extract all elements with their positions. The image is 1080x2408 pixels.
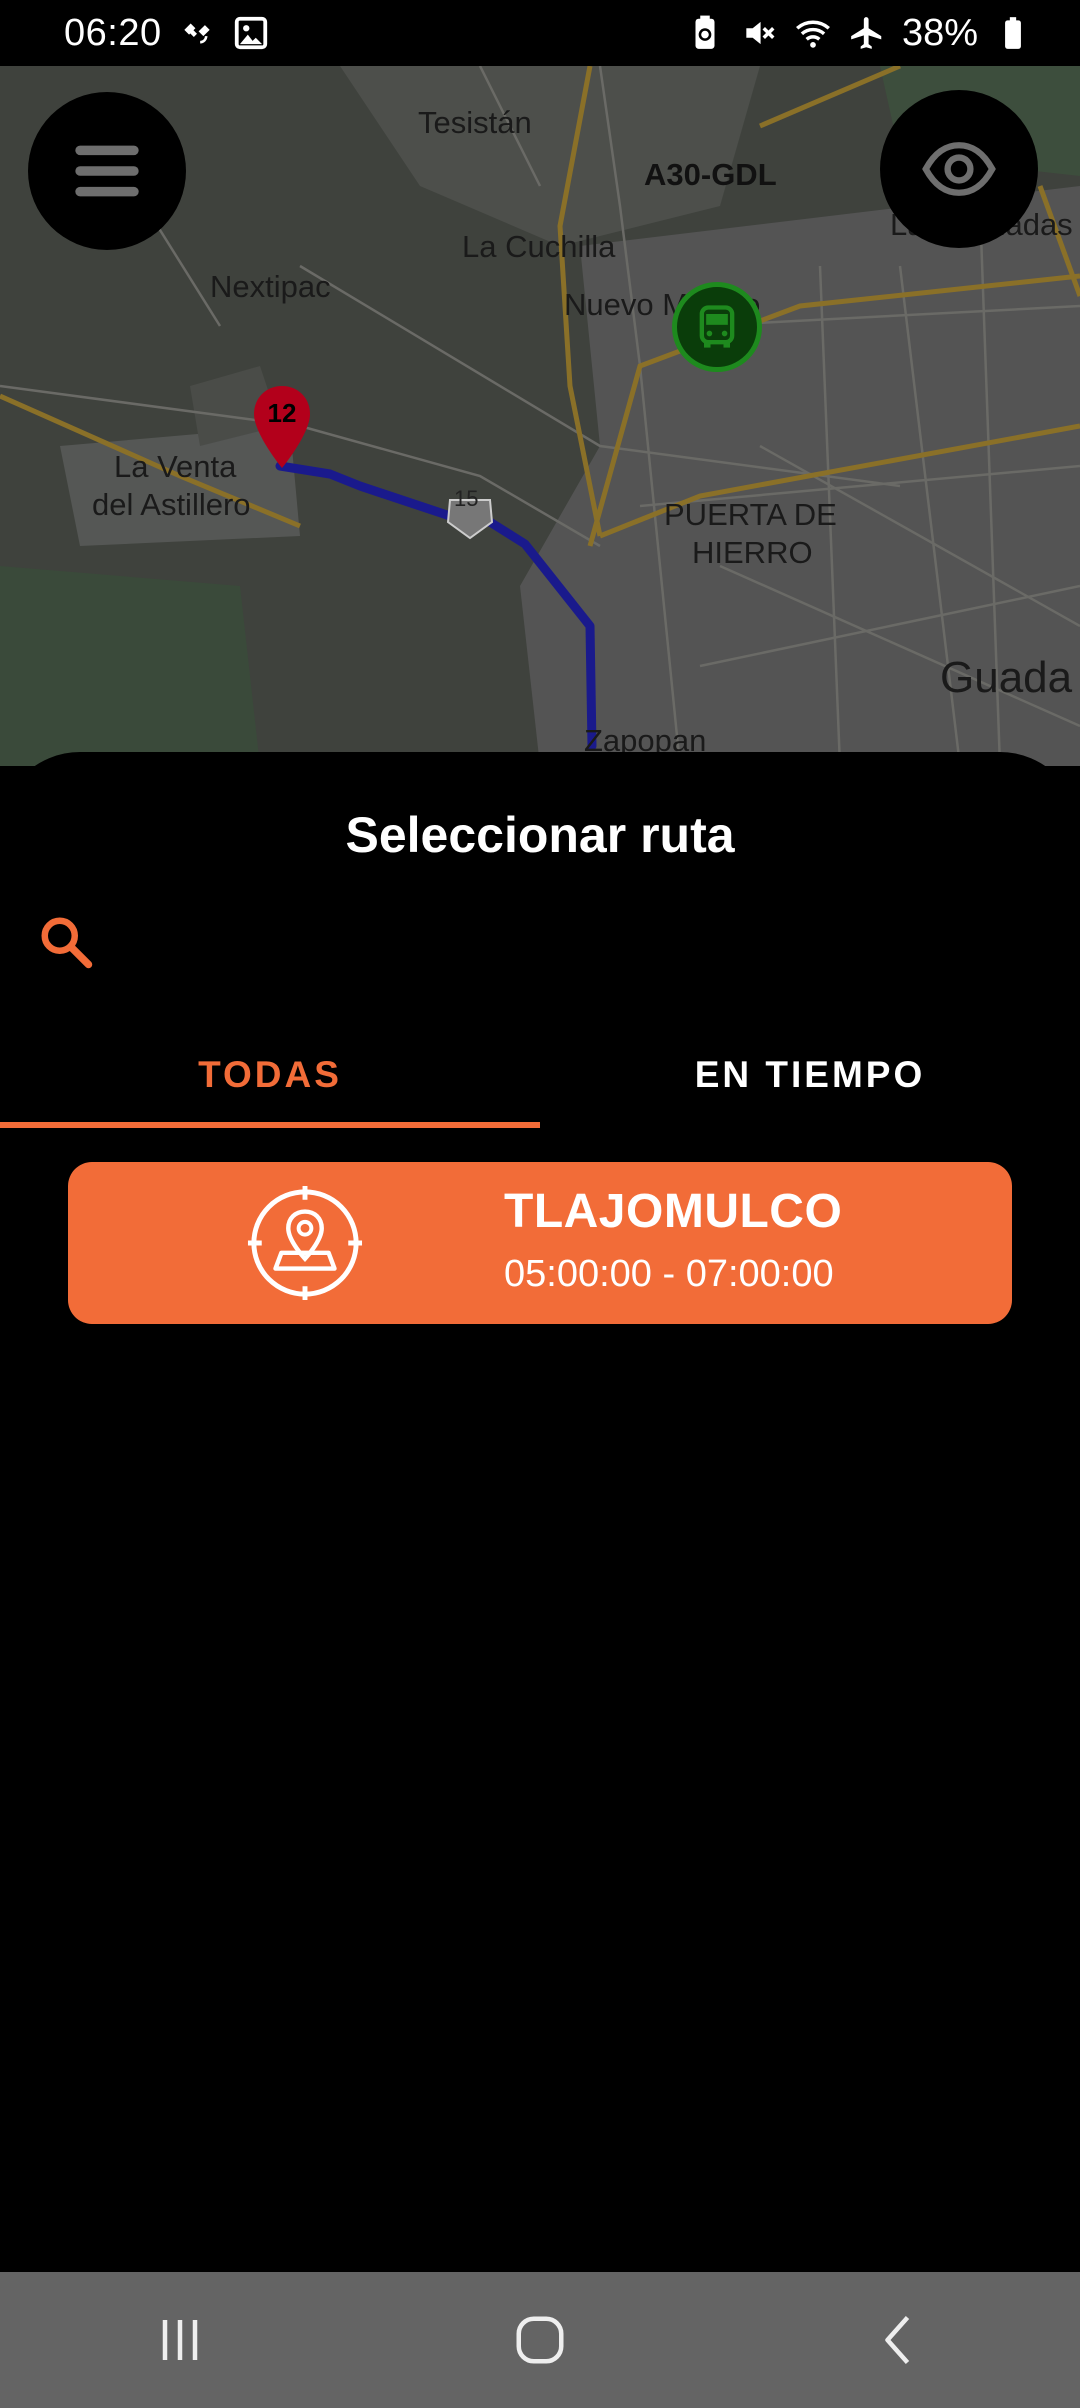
back-icon	[885, 2316, 910, 2364]
wifi-icon	[794, 14, 832, 52]
satellite-icon	[178, 14, 216, 52]
battery-percent: 38%	[901, 11, 978, 54]
bus-marker[interactable]	[672, 282, 762, 372]
map-label-tesistan: Tesistán	[418, 105, 532, 140]
home-button[interactable]	[480, 2290, 600, 2390]
image-icon	[232, 14, 270, 52]
route-name: TLAJOMULCO	[504, 1185, 843, 1238]
stop-marker[interactable]: 12	[252, 384, 312, 470]
map-view[interactable]: Tesistán A30-GDL La Cuchilla Nextipac Nu…	[0, 66, 1080, 766]
map-label-la-venta: La Venta	[114, 449, 237, 484]
recent-apps-button[interactable]	[120, 2290, 240, 2390]
route-selection-sheet: Seleccionar ruta TODAS EN TIEMPO TLAJOMU…	[0, 752, 1080, 2272]
tab-todas[interactable]: TODAS	[0, 1022, 540, 1128]
map-label-nextipac: Nextipac	[210, 269, 331, 304]
route-card-tlajomulco[interactable]: TLAJOMULCO 05:00:00 - 07:00:00	[68, 1162, 1012, 1324]
mute-icon	[740, 14, 778, 52]
search-input[interactable]	[96, 902, 1044, 982]
map-label-la-cuchilla: La Cuchilla	[462, 229, 616, 264]
battery-icon	[994, 14, 1032, 52]
status-time: 06:20	[64, 11, 162, 54]
status-right: 38%	[686, 12, 1032, 55]
home-icon	[516, 2316, 564, 2364]
menu-button[interactable]	[28, 92, 186, 250]
bus-icon	[699, 305, 735, 348]
route-location-icon	[247, 1185, 363, 1301]
route-info: TLAJOMULCO 05:00:00 - 07:00:00	[504, 1184, 842, 1296]
system-nav-bar	[0, 2272, 1080, 2408]
search-icon[interactable]	[36, 912, 96, 972]
search-bar[interactable]	[36, 892, 1044, 992]
airplane-icon	[848, 14, 886, 52]
map-label-highway: 15	[454, 486, 479, 511]
back-button[interactable]	[840, 2290, 960, 2390]
sheet-title: Seleccionar ruta	[345, 807, 735, 863]
map-label-guada: Guada	[940, 653, 1073, 702]
route-tabs: TODAS EN TIEMPO	[0, 1022, 1080, 1128]
recent-apps-icon	[162, 2320, 198, 2360]
visibility-button[interactable]	[880, 90, 1038, 248]
stop-marker-number: 12	[267, 398, 297, 428]
route-schedule: 05:00:00 - 07:00:00	[504, 1253, 834, 1295]
battery-saver-icon	[686, 14, 724, 52]
map-label-del-astillero: del Astillero	[92, 487, 251, 522]
eye-icon	[922, 142, 996, 196]
map-label-hierro: HIERRO	[692, 535, 813, 570]
status-left: 06:20	[64, 12, 270, 55]
map-label-vehicle: A30-GDL	[644, 157, 777, 192]
map-label-puerta-de: PUERTA DE	[664, 497, 837, 532]
tab-en-tiempo[interactable]: EN TIEMPO	[540, 1022, 1080, 1128]
status-bar: 06:20 38%	[0, 0, 1080, 66]
hamburger-menu-icon	[75, 145, 139, 197]
